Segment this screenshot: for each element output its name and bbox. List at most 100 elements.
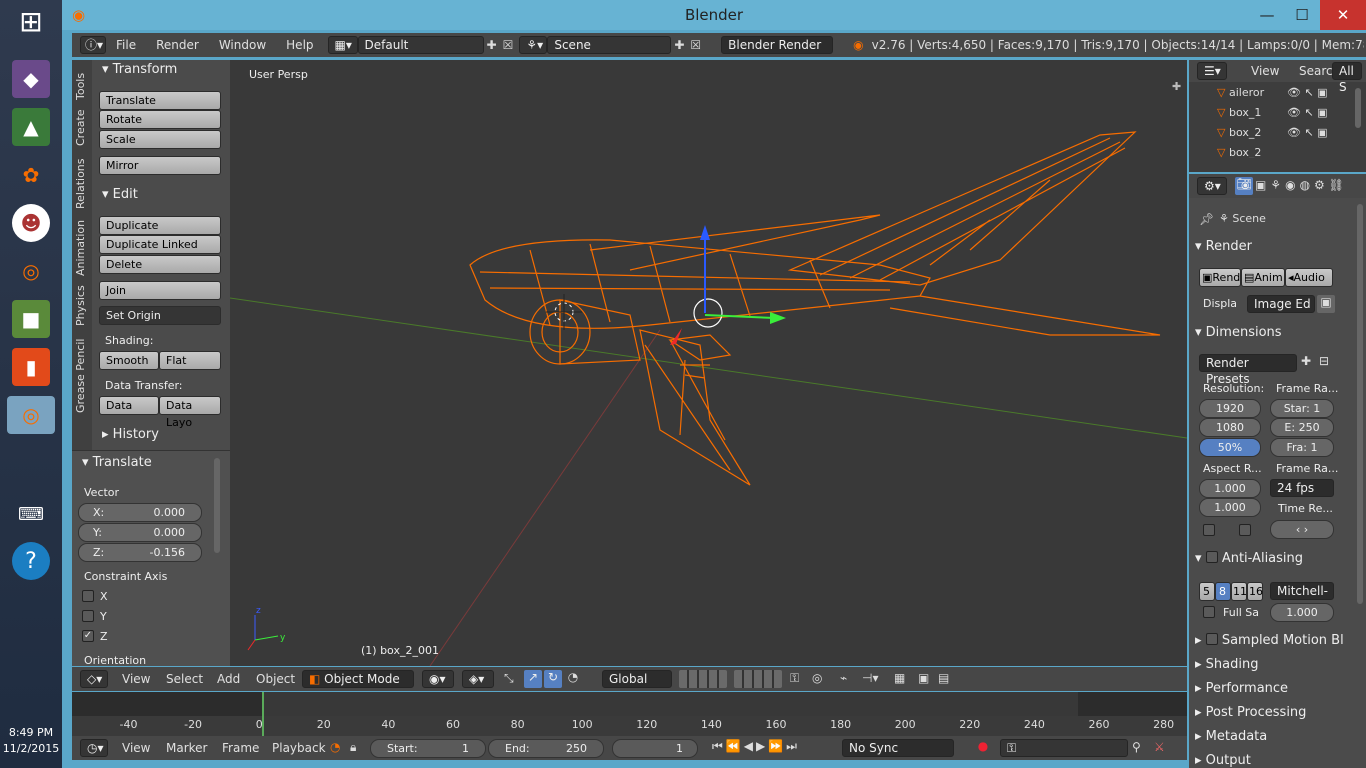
history-panel-header[interactable]: ▸ History <box>102 427 159 442</box>
rotate-button[interactable]: Rotate <box>99 110 221 129</box>
aspect-x-field[interactable]: 1.000 <box>1199 479 1261 498</box>
3d-viewport[interactable]: User Persp z y (1) box_2_001 ✚ <box>230 60 1187 666</box>
tab-tools[interactable]: Tools <box>74 66 90 106</box>
timeline-area[interactable]: -40 -20 0 20 40 60 80 100 120 140 160 180 200 220 240 2… <box>72 692 1187 736</box>
resolution-x-field[interactable]: 1920 <box>1199 399 1261 418</box>
outliner-filter-select[interactable]: All S <box>1332 62 1362 94</box>
maximize-icon[interactable]: ☐ <box>1287 0 1317 30</box>
help-icon[interactable]: ? <box>12 542 50 580</box>
visibility-eye-icon[interactable]: 👁︎ ↖ ▣ <box>1287 86 1328 99</box>
lock-range-icon[interactable]: 🔒︎ <box>350 740 356 755</box>
render-panel-header[interactable]: ▾ Render <box>1195 236 1331 258</box>
aa-samples-11[interactable]: 11 <box>1231 582 1247 601</box>
vh-menu-add[interactable]: Add <box>217 672 240 686</box>
audio-app-icon[interactable]: ▮ <box>12 348 50 386</box>
add-layout-icon[interactable]: ✚ <box>487 38 497 52</box>
clock-date[interactable]: 11/2/2015 <box>0 742 62 755</box>
viewport-plus-icon[interactable]: ✚ <box>1172 80 1181 93</box>
outliner-row-2[interactable]: ▽ box_1 👁︎ ↖ ▣ <box>1217 106 1347 124</box>
outliner-row-1[interactable]: ▽ aileror 👁︎ ↖ ▣ <box>1217 86 1347 104</box>
vector-z-field[interactable]: Z: -0.156 <box>78 543 202 562</box>
start-frame-field[interactable]: Start: 1 <box>370 739 486 758</box>
keyboard-icon[interactable]: ⌨ <box>12 495 50 533</box>
tab-grease-pencil[interactable]: Grease Pencil <box>74 336 90 416</box>
sampled-motion-checkbox[interactable] <box>1205 633 1218 645</box>
duplicate-linked-button[interactable]: Duplicate Linked <box>99 235 221 254</box>
app-icon-2[interactable]: ▲ <box>12 108 50 146</box>
playback-controls[interactable]: ⏮⏪◀▶⏩⏭ <box>712 739 800 754</box>
y-arrow-head[interactable] <box>770 312 786 324</box>
output-panel-header[interactable]: ▸ Output <box>1195 750 1331 768</box>
insert-keyframe-icon[interactable]: ⚲ <box>1132 740 1141 754</box>
render-preview-icon[interactable]: ▣ <box>918 671 929 685</box>
aspect-y-field[interactable]: 1.000 <box>1199 498 1261 517</box>
properties-scrollbar[interactable] <box>1357 204 1363 604</box>
performance-panel-header[interactable]: ▸ Performance <box>1195 678 1331 700</box>
time-remap-field[interactable]: ‹ › <box>1270 520 1334 539</box>
constraint-y-checkbox[interactable] <box>82 610 94 622</box>
operator-scrollbar[interactable] <box>214 458 220 553</box>
minecraft-icon[interactable]: ■ <box>12 300 50 338</box>
transform-orientation-select[interactable]: Global <box>602 670 672 688</box>
aa-samples-5[interactable]: 5 <box>1199 582 1215 601</box>
metadata-panel-header[interactable]: ▸ Metadata <box>1195 726 1331 748</box>
vh-menu-view[interactable]: View <box>122 672 150 686</box>
visibility-eye-icon[interactable]: 👁︎ ↖ ▣ <box>1287 126 1328 139</box>
tl-menu-frame[interactable]: Frame <box>222 741 259 755</box>
vector-y-field[interactable]: Y: 0.000 <box>78 523 202 542</box>
frame-start-field[interactable]: Star: 1 <box>1270 399 1334 418</box>
context-tabs[interactable]: ▣⚘◉◍⚙⛓ <box>1255 178 1348 192</box>
border-checkbox[interactable] <box>1203 524 1215 536</box>
screen-layout-icon[interactable]: ▦▾ <box>327 36 358 54</box>
delete-button[interactable]: Delete <box>99 255 221 274</box>
snap-element-icon[interactable]: ⊣▾ <box>862 671 878 685</box>
vh-menu-select[interactable]: Select <box>166 672 203 686</box>
anti-aliasing-panel-header[interactable]: ▾ Anti-Aliasing <box>1195 548 1331 570</box>
aa-samples-16[interactable]: 16 <box>1247 582 1263 601</box>
scene-icon[interactable]: ⚘▾ <box>519 36 548 54</box>
menu-window[interactable]: Window <box>209 38 276 52</box>
data-button[interactable]: Data <box>99 396 159 415</box>
pivot-point-select[interactable]: ◈▾ <box>462 670 494 688</box>
pin-icon[interactable]: 📌︎ <box>1199 212 1214 226</box>
proportional-edit-icon[interactable]: ◎ <box>812 671 822 685</box>
aa-samples-8[interactable]: 8 <box>1215 582 1231 601</box>
layer-lock-icon[interactable]: ⚿ <box>790 671 799 686</box>
set-origin-select[interactable]: Set Origin <box>99 306 221 325</box>
filter-size-field[interactable]: 1.000 <box>1270 603 1334 622</box>
lock-interface-icon[interactable]: ▣ <box>1317 295 1335 313</box>
edit-panel-header[interactable]: ▾ Edit <box>102 187 138 202</box>
clock-time[interactable]: 8:49 PM <box>0 726 62 739</box>
properties-editor-type-icon[interactable]: ⚙▾ <box>1197 177 1227 195</box>
constraint-x-checkbox[interactable] <box>82 590 94 602</box>
viewport-shading-select[interactable]: ◉▾ <box>422 670 454 688</box>
tl-menu-playback[interactable]: Playback <box>272 741 326 755</box>
orange-app-icon[interactable]: ✿ <box>12 156 50 194</box>
constraint-z-checkbox[interactable]: ✓ <box>82 630 94 642</box>
tab-animation[interactable]: Animation <box>74 218 90 278</box>
airplane-wireframe[interactable] <box>469 131 1161 486</box>
resolution-y-field[interactable]: 1080 <box>1199 418 1261 437</box>
resolution-percent-field[interactable]: 50% <box>1199 438 1261 457</box>
frame-step-field[interactable]: Fra: 1 <box>1270 438 1334 457</box>
join-button[interactable]: Join <box>99 281 221 300</box>
layer-buttons-1[interactable] <box>679 670 727 688</box>
flat-button[interactable]: Flat <box>159 351 221 370</box>
blender-taskbar-icon[interactable]: ◎ <box>12 252 50 290</box>
windows-start-icon[interactable]: ⊞ <box>12 2 50 40</box>
transform-widget-circle[interactable] <box>693 298 723 328</box>
duplicate-button[interactable]: Duplicate <box>99 216 221 235</box>
tab-relations[interactable]: Relations <box>74 156 90 212</box>
render-image-button[interactable]: ▣Rend <box>1199 268 1241 287</box>
crop-checkbox[interactable] <box>1239 524 1251 536</box>
outliner-row-4[interactable]: ▽ box_2 <box>1217 146 1347 158</box>
current-frame-field[interactable]: 1 <box>612 739 698 758</box>
menu-render[interactable]: Render <box>146 38 209 52</box>
snap-target-icon[interactable]: ▦ <box>894 671 905 685</box>
transform-panel-header[interactable]: ▾ Transform <box>102 62 177 77</box>
data-layout-button[interactable]: Data Layo <box>159 396 221 429</box>
smooth-button[interactable]: Smooth <box>99 351 159 370</box>
render-animation-icon[interactable]: ▤ <box>938 671 949 685</box>
fps-select[interactable]: 24 fps <box>1270 479 1334 497</box>
aa-filter-select[interactable]: Mitchell- <box>1270 582 1334 600</box>
